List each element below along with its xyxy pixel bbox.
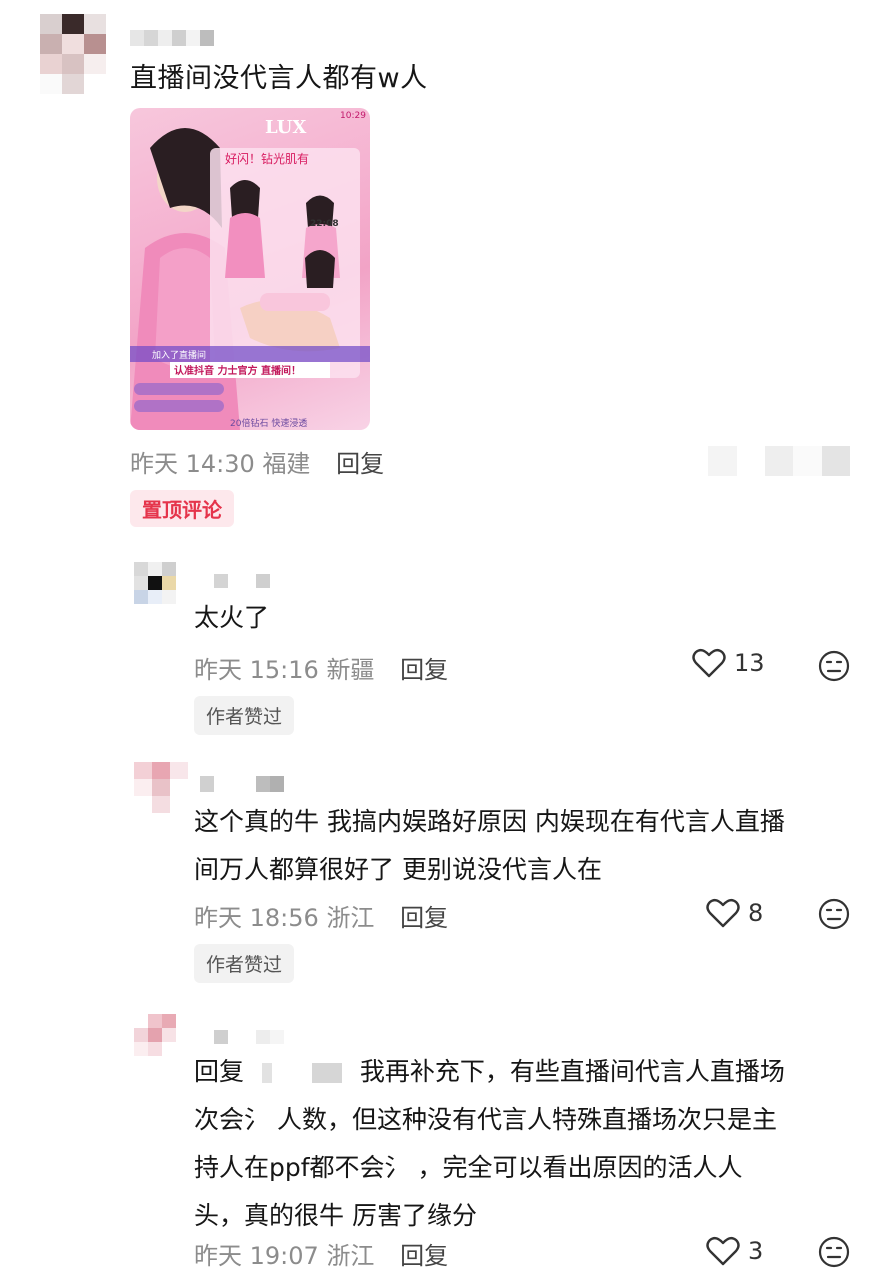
post-image[interactable]: LUX 10:29 好闪！钻光肌有 22:08 加入了直播间 认准抖音 力士官方…	[130, 108, 370, 430]
comment-1-avatar[interactable]	[134, 562, 176, 604]
comment-2-reply-button[interactable]: 回复	[400, 904, 448, 932]
ad-brand: LUX	[265, 117, 306, 138]
comment-3-text-line-3: 持人在ppf都不会氵 ，完全可以看出原因的活人人	[194, 1153, 743, 1182]
comment-1-text: 太火了	[194, 603, 270, 632]
ad-clock-mid: 22:08	[310, 219, 339, 229]
ad-join-notice: 加入了直播间	[152, 349, 206, 361]
comment-2-text: 这个真的牛 我搞内娱路好原因 内娱现在有代言人直播 间万人都算很好了 更别说没代…	[194, 798, 854, 894]
post-username[interactable]	[130, 30, 216, 46]
comment-1-like-button[interactable]: 13	[692, 648, 765, 678]
post-time: 昨天 14:30	[130, 450, 255, 478]
comment-3-location: 浙江	[326, 1242, 375, 1270]
ad-illustration: LUX 10:29 好闪！钻光肌有 22:08 加入了直播间 认准抖音 力士官方…	[130, 111, 370, 430]
comment-1-like-count: 13	[734, 649, 765, 677]
ad-headline: 好闪！钻光肌有	[225, 151, 309, 166]
comment-2-meta: 昨天 18:56 浙江 回复	[194, 898, 448, 933]
pinned-comment-badge: 置顶评论	[130, 490, 234, 527]
post-avatar[interactable]	[40, 14, 106, 94]
comment-3-reply-button[interactable]: 回复	[400, 1242, 448, 1270]
comment-3-text-line-1: 回复 我再补充下，有些直播间代言人直播场	[194, 1048, 854, 1096]
comment-2-like-count: 8	[748, 899, 764, 927]
comment-2-author-liked-badge: 作者赞过	[194, 944, 295, 983]
comment-3-text: 回复 我再补充下，有些直播间代言人直播场 次会氵 人数，但这种没有代言人特殊直播…	[194, 1048, 854, 1240]
ad-clock-top: 10:29	[340, 111, 366, 121]
heart-icon	[706, 898, 740, 928]
heart-icon	[692, 648, 726, 678]
emoji-icon[interactable]	[818, 650, 850, 682]
heart-icon	[706, 1236, 740, 1266]
comment-3-text-line-2: 次会氵 人数，但这种没有代言人特殊直播场次只是主	[194, 1105, 777, 1134]
comment-2-location: 浙江	[326, 904, 375, 932]
ad-bottom-text: 20倍钻石 快速浸透	[230, 417, 307, 429]
comment-3-time: 昨天 19:07	[194, 1242, 319, 1270]
post-meta: 昨天 14:30 福建 回复	[130, 444, 384, 479]
comment-2-username[interactable]	[200, 776, 284, 792]
comment-2-like-button[interactable]: 8	[706, 898, 763, 928]
comment-3-text-line-4: 头，真的很牛 厉害了缘分	[194, 1201, 477, 1230]
comment-1-meta: 昨天 15:16 新疆 回复	[194, 650, 448, 685]
comment-3-text-line-1-body: 我再补充下，有些直播间代言人直播场	[359, 1057, 785, 1086]
post-title: 直播间没代言人都有w人	[130, 63, 428, 94]
comment-2-text-line-1: 这个真的牛 我搞内娱路好原因 内娱现在有代言人直播	[194, 807, 785, 836]
comment-1-author-liked-badge: 作者赞过	[194, 696, 295, 735]
post-location: 福建	[262, 450, 311, 478]
ad-banner: 认准抖音 力士官方 直播间！	[174, 364, 301, 377]
post-meta-blur	[680, 446, 850, 476]
post-reply-button[interactable]: 回复	[336, 450, 384, 478]
emoji-icon[interactable]	[818, 1236, 850, 1268]
emoji-icon[interactable]	[818, 898, 850, 930]
comment-3-mentioned-user[interactable]	[251, 1063, 352, 1083]
comment-3-meta: 昨天 19:07 浙江 回复	[194, 1236, 448, 1271]
comment-3-like-button[interactable]: 3	[706, 1236, 763, 1266]
comment-3-username[interactable]	[214, 1030, 284, 1044]
comment-1-username[interactable]	[214, 574, 270, 588]
comment-1-time: 昨天 15:16	[194, 656, 319, 684]
comment-2-time: 昨天 18:56	[194, 904, 319, 932]
comment-1-location: 新疆	[326, 656, 375, 684]
comment-3-like-count: 3	[748, 1237, 764, 1265]
comment-2-avatar[interactable]	[134, 762, 188, 814]
comment-2-text-line-2: 间万人都算很好了 更别说没代言人在	[194, 855, 602, 884]
comment-1-reply-button[interactable]: 回复	[400, 656, 448, 684]
comment-3-avatar[interactable]	[134, 1014, 176, 1056]
comment-3-reply-prefix: 回复	[194, 1057, 245, 1086]
